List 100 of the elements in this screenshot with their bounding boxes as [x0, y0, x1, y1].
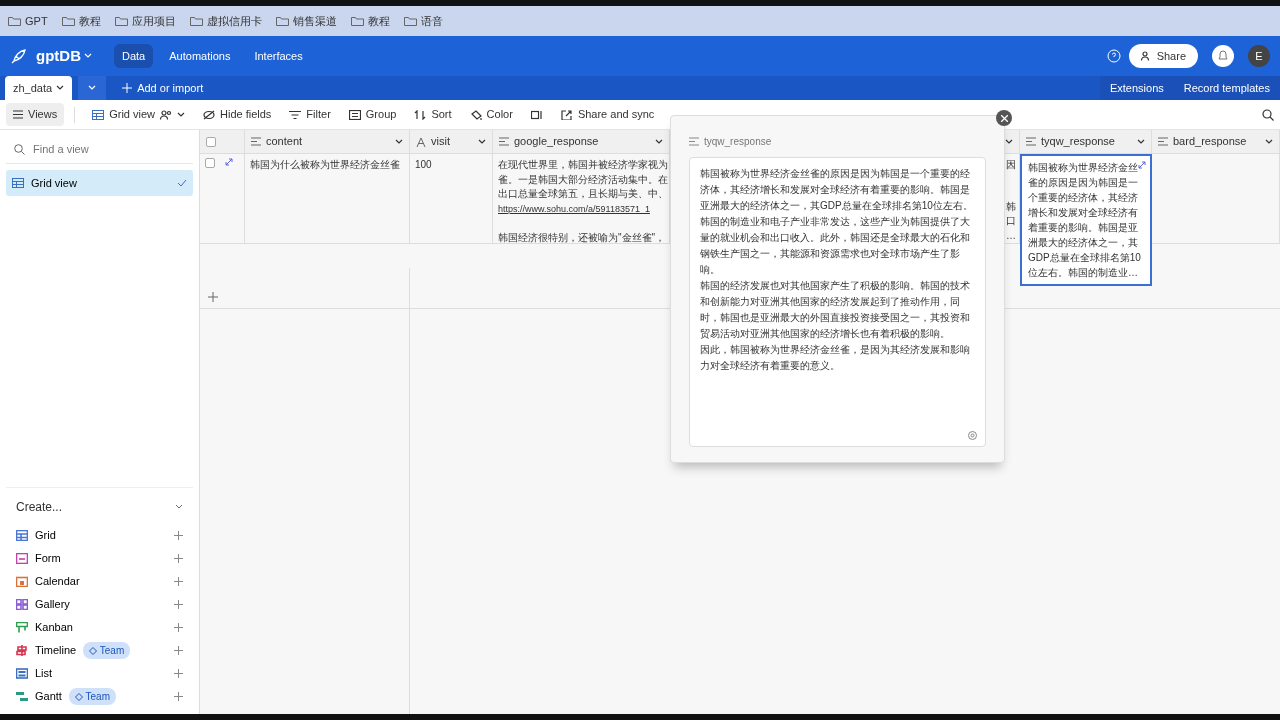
toolbar-button[interactable]: Share and sync [553, 103, 662, 126]
bookmark-link[interactable]: 销售渠道 [292, 12, 337, 30]
create-heading: Create... [16, 499, 63, 516]
toolbar-button[interactable]: Hide fields [196, 103, 279, 126]
expand-icon[interactable] [225, 158, 233, 166]
table-cell-line: 雀。一是韩国大部分经济活动集中。在 [498, 172, 668, 187]
plus-icon[interactable] [208, 292, 218, 302]
row-checkbox[interactable] [205, 158, 215, 168]
paint-bucket-icon [469, 109, 482, 120]
share-button[interactable]: Share [1128, 43, 1198, 69]
plus-icon[interactable] [174, 646, 183, 655]
toolbar-link[interactable]: Extensions [1099, 76, 1174, 100]
create-view-item[interactable]: Calendar [16, 570, 183, 593]
help-icon[interactable] [1106, 49, 1121, 63]
select-all-checkbox[interactable] [206, 136, 216, 147]
caret-icon [655, 138, 663, 145]
grid-icon [92, 109, 105, 120]
add-or-import-button[interactable]: Add or import [112, 76, 214, 100]
search-icon[interactable] [1262, 108, 1274, 121]
view-item[interactable]: Grid view [6, 169, 193, 196]
long-text-icon [1026, 137, 1036, 146]
folder-icon [403, 16, 417, 26]
external-link-icon [560, 109, 573, 120]
create-view-item[interactable]: Gallery [16, 593, 183, 616]
create-view-item[interactable]: Grid [16, 524, 183, 547]
toolbar-button[interactable]: Color [462, 103, 520, 126]
create-view-item[interactable]: Timeline Team [16, 639, 183, 662]
table-cell[interactable]: 韩国被称为世界经济金丝雀的原因是因为韩国是一个重要的经济体，其经济增长和发展对全球经济有着重要的影响。韩国是亚洲最大的经济体之一，其GDP总量在全球排名第10位左右。韩国的制造业… [1020, 154, 1152, 286]
caret-icon [56, 85, 65, 91]
long-text-icon [689, 137, 699, 146]
plus-icon[interactable] [174, 577, 183, 586]
user-avatar[interactable]: E [1248, 45, 1270, 67]
table-cell-line: 韩国经济很特别，还被喻为"金丝雀"， [498, 230, 666, 245]
bookmark-link[interactable]: 教程 [78, 12, 101, 30]
field-label: tyqw_response [704, 135, 772, 149]
nav-tab[interactable]: Automations [161, 43, 239, 69]
grid-icon [12, 177, 24, 188]
filter-icon [289, 109, 302, 120]
table-cell: 100 [415, 159, 432, 170]
views-button[interactable]: Views [6, 103, 65, 126]
table-cell-fragment: … [1006, 228, 1016, 243]
search-icon [14, 143, 25, 155]
team-badge: Team [68, 688, 116, 705]
create-view-item[interactable]: Kanban [16, 616, 183, 639]
caret-icon [1137, 138, 1145, 145]
table-tab[interactable]: zh_data [5, 76, 73, 100]
folder-icon [8, 16, 21, 26]
table-cell-fragment: 因 [1006, 158, 1016, 172]
close-icon [1000, 114, 1008, 122]
link[interactable]: https://www.sohu.com/a/591183571_1 [498, 201, 650, 216]
empty-cell[interactable] [1152, 154, 1280, 244]
text-area[interactable] [689, 157, 986, 447]
toolbar-button[interactable]: Filter [282, 103, 338, 126]
tables-menu-button[interactable] [78, 76, 107, 100]
text-field-icon [416, 136, 426, 147]
view-switcher-button[interactable]: Grid view [85, 103, 192, 126]
plus-icon[interactable] [174, 623, 183, 632]
caret-icon [395, 138, 403, 145]
list-icon [348, 109, 361, 120]
nav-tab[interactable]: Data [114, 43, 154, 69]
bookmark-link[interactable]: 语音 [420, 12, 443, 30]
close-button[interactable] [996, 110, 1012, 126]
create-view-item[interactable]: Gantt Team [16, 685, 183, 708]
plus-icon[interactable] [174, 669, 183, 678]
row-height-icon [530, 109, 543, 120]
toolbar-button[interactable]: Sort [407, 103, 459, 126]
expand-icon[interactable] [1138, 161, 1146, 169]
app-name[interactable]: gptDB [36, 44, 81, 68]
folder-icon [189, 16, 203, 26]
paragraph: 韩国被称为世界经济金丝雀的原因是因为韩国是一个重要的经济体，其经济增长和发展对全球经济有着重要的影响。韩国是亚洲最大的经济体之一，其GDP总量在全球排名第10位左右。韩国的制造业和电子产业非常发达，这些产业为韩国提供了大量的就业机会和出口收入。此外，韩国还是全球最大的石化和钢铁生产国之一，其能源和资源需求也对全球市场产生了影响。 [700, 167, 974, 277]
bell-icon[interactable] [1212, 45, 1234, 67]
create-view-item[interactable]: Form [16, 547, 183, 570]
toolbar-link[interactable]: Record templates [1173, 76, 1280, 100]
search-field[interactable]: Find a view [31, 140, 181, 159]
plus-icon[interactable] [174, 554, 183, 563]
caret-icon [1265, 138, 1273, 145]
caret-icon [84, 53, 92, 59]
toolbar-button[interactable]: Group [341, 103, 404, 126]
table-cell-fragment: 口 [1006, 214, 1016, 228]
folder-icon [275, 16, 289, 26]
bookmark-link[interactable]: 应用项目 [131, 12, 176, 30]
plus-icon[interactable] [174, 692, 183, 701]
folder-icon [350, 16, 364, 26]
bookmark-link[interactable]: 虚拟信用卡 [206, 12, 262, 30]
bookmark-link[interactable]: GPT [25, 12, 48, 30]
folder-icon [61, 16, 75, 26]
caret-icon [478, 138, 486, 145]
folder-icon [114, 16, 128, 26]
table-cell-line: 出口总量全球第五，且长期与美、中、 [498, 187, 668, 201]
plus-icon[interactable] [174, 600, 183, 609]
table-cell-fragment: 韩 [1006, 199, 1016, 214]
create-view-item[interactable]: List [16, 662, 183, 685]
bookmark-link[interactable]: 教程 [367, 12, 390, 30]
paragraph: 韩国的经济发展也对其他国家产生了积极的影响。韩国的技术和创新能力对亚洲其他国家的经济发展起到了推动作用，同时，韩国也是亚洲最大的外国直接投资接受国之一，其投资和贸易活动对亚洲其他国家的经济增长也有着积极的影响。 [700, 279, 971, 341]
chevron-down-icon[interactable] [175, 504, 183, 510]
menu-icon [13, 110, 23, 119]
plus-icon[interactable] [174, 531, 183, 540]
plus-icon [122, 83, 133, 93]
caret-icon [177, 111, 185, 118]
nav-tab[interactable]: Interfaces [246, 43, 311, 69]
